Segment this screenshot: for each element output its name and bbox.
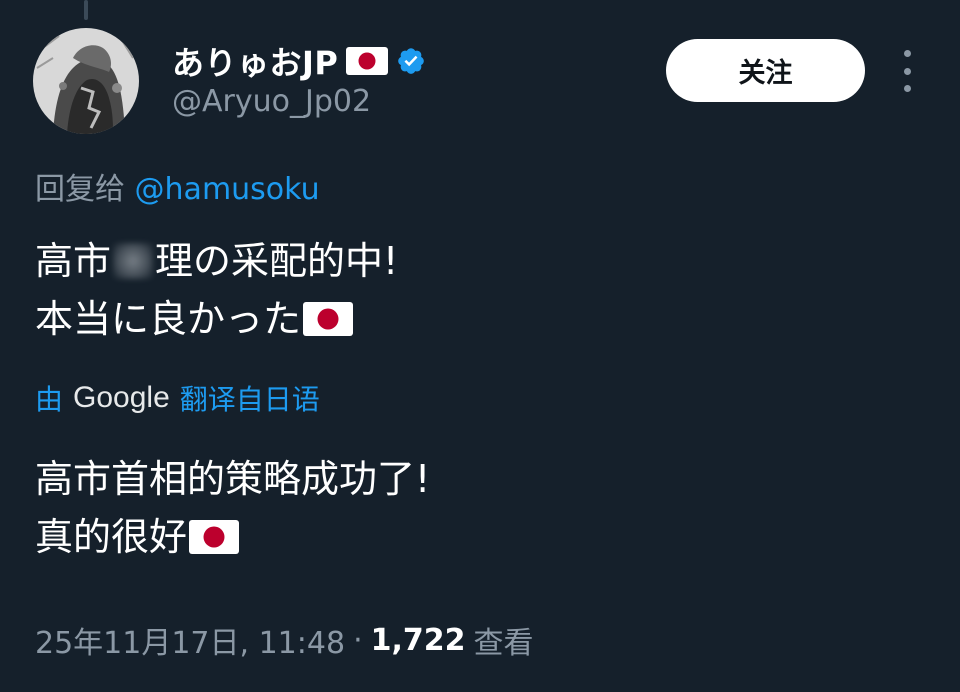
follow-button[interactable]: 关注 [666, 39, 865, 102]
more-options-icon[interactable] [895, 50, 919, 92]
japan-flag-icon [189, 520, 240, 554]
reply-to-prefix: 回复给 [35, 172, 125, 207]
more-dot [903, 85, 911, 92]
translated-line-2-text: 真的很好 [35, 515, 188, 559]
original-line-1-start: 高市 [35, 239, 112, 283]
original-line-1-end: 理の采配的中! [155, 239, 399, 283]
views-label: 查看 [473, 626, 534, 661]
reply-to-line: 回复给 @hamusoku [35, 164, 320, 208]
translated-tweet-text: 高市首相的策略成功了! 真的很好 [35, 450, 430, 566]
thread-connector-line [84, 0, 88, 20]
original-line-1: 高市 理の采配的中! [35, 232, 398, 290]
original-line-2: 本当に良かった [35, 290, 398, 348]
translation-suffix: 翻译自日语 [179, 383, 320, 416]
display-name[interactable]: ありゅおJP [172, 38, 338, 84]
more-dot [903, 67, 911, 75]
avatar[interactable] [33, 28, 139, 134]
translated-line-1: 高市首相的策略成功了! [35, 450, 430, 508]
meta-separator: · [353, 622, 363, 658]
reply-to-mention[interactable]: @hamusoku [135, 172, 320, 207]
verified-badge-icon [398, 48, 425, 74]
google-logo: Google [73, 381, 170, 414]
translated-line-1-text: 高市首相的策略成功了! [35, 457, 431, 501]
tweet-timestamp[interactable]: 25年11月17日, 11:48 [35, 618, 345, 662]
original-tweet-text: 高市 理の采配的中! 本当に良かった [35, 232, 398, 348]
tweet-meta: 25年11月17日, 11:48 · 1,722 查看 [35, 618, 534, 662]
translated-line-2: 真的很好 [35, 508, 430, 566]
author-handle[interactable]: @Aryuo_Jp02 [172, 84, 371, 119]
obscured-character [113, 243, 154, 279]
more-dot [903, 50, 911, 57]
translation-attribution[interactable]: 由 Google 翻译自日语 [35, 378, 320, 418]
views-count: 1,722 [370, 622, 466, 658]
author-name-row[interactable]: ありゅおJP [172, 38, 426, 84]
original-line-2-text: 本当に良かった [35, 297, 302, 341]
japan-flag-icon [303, 302, 354, 336]
translation-prefix: 由 [35, 383, 64, 416]
japan-flag-icon [346, 47, 389, 75]
